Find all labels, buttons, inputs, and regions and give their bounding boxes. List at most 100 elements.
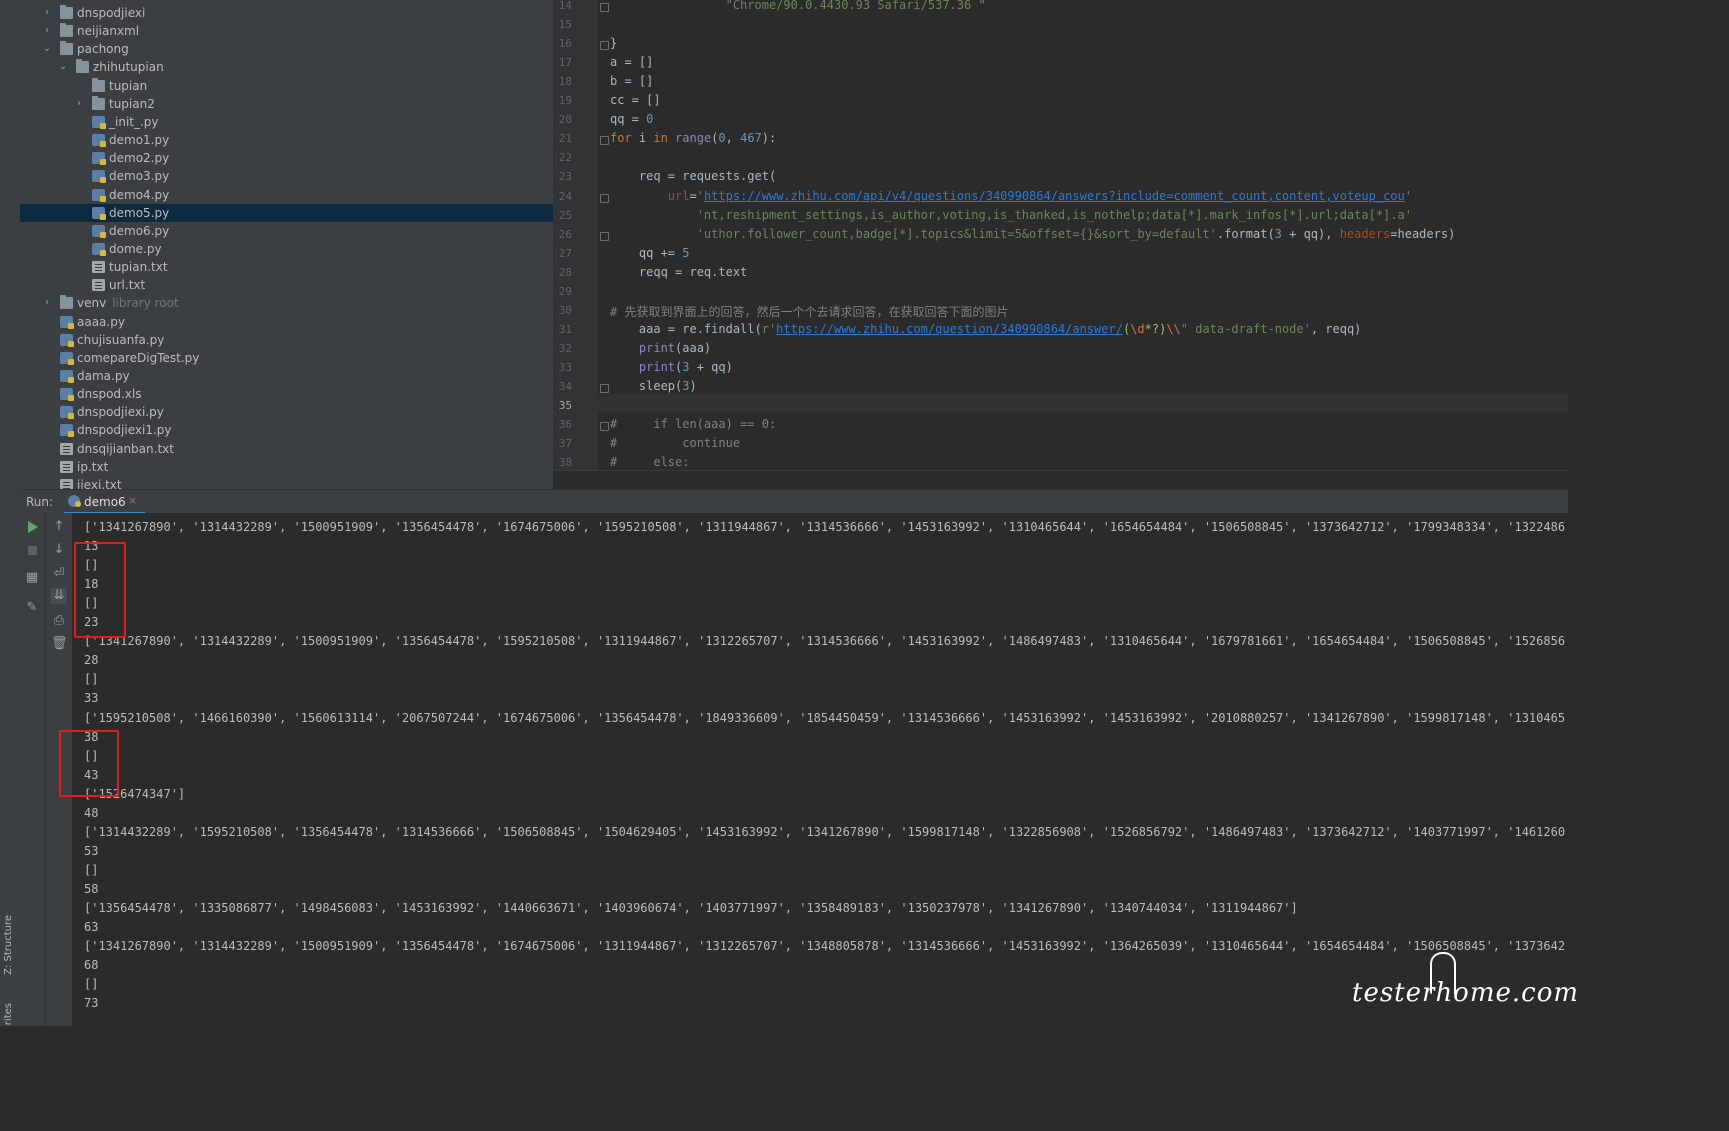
chevron-right-icon[interactable]: › <box>42 22 52 40</box>
scroll-down-icon[interactable]: ↓ <box>51 542 67 558</box>
tree-item[interactable]: › tupian2 <box>20 95 553 113</box>
code-line[interactable]: # if len(aaa) == 0: <box>610 417 776 431</box>
run-console[interactable]: ['1341267890', '1314432289', '1500951909… <box>72 513 1568 1026</box>
fold-marker-icon[interactable] <box>600 422 609 432</box>
structure-tool-label[interactable]: Z: Structure <box>3 915 14 975</box>
tree-item[interactable]: jiexi.txt <box>20 476 553 489</box>
code-line[interactable]: url='https://www.zhihu.com/api/v4/questi… <box>610 189 1412 203</box>
code-line[interactable]: "Chrome/90.0.4430.93 Safari/537.36 " <box>610 0 986 12</box>
code-line[interactable]: qq = 0 <box>610 112 653 126</box>
console-line: ['1341267890', '1314432289', '1500951909… <box>84 520 1566 534</box>
watermark: testerhome.com <box>1352 978 1580 1008</box>
tree-item[interactable]: ⌄ pachong <box>20 40 553 58</box>
tree-item[interactable]: › venv library root <box>20 294 553 312</box>
tree-item[interactable]: url.txt <box>20 276 553 294</box>
tree-item[interactable]: ip.txt <box>20 458 553 476</box>
trash-icon[interactable]: 🗑 <box>51 636 68 652</box>
line-number: 30 <box>558 303 572 317</box>
code-token: for <box>610 131 639 146</box>
tree-item-hint: library root <box>112 296 179 311</box>
code-line[interactable]: qq += 5 <box>610 246 690 260</box>
tree-item[interactable]: tupian.txt <box>20 258 553 276</box>
tree-item[interactable]: demo3.py <box>20 167 553 185</box>
code-line[interactable]: req = requests.get( <box>610 169 776 183</box>
code-line[interactable]: for i in range(0, 467): <box>610 131 776 145</box>
run-tab-demo6[interactable]: demo6 × <box>64 490 145 514</box>
code-line[interactable]: a = [] <box>610 55 653 69</box>
tree-item-label: demo5.py <box>109 205 170 220</box>
code-token: 3 <box>1274 226 1282 241</box>
soft-wrap-icon[interactable]: ⏎ <box>51 566 67 582</box>
fold-marker-icon[interactable] <box>600 231 609 241</box>
tree-item[interactable]: dnspodjiexi.py <box>20 403 553 421</box>
python-file-icon <box>60 315 74 329</box>
fold-marker-icon[interactable] <box>600 136 609 146</box>
code-editor[interactable]: 14 15 16 17 18 19 20 21 22 23 24 25 26 27 28 29 30 31 32 33… <box>553 0 1568 470</box>
code-line[interactable]: print(aaa) <box>610 341 711 355</box>
line-number: 33 <box>558 360 572 374</box>
code-token: 0 <box>646 112 654 127</box>
tree-item-label: _init_.py <box>109 114 159 129</box>
tree-item[interactable]: aaaa.py <box>20 313 553 331</box>
tree-item[interactable]: comepareDigTest.py <box>20 349 553 367</box>
tree-item[interactable]: demo6.py <box>20 222 553 240</box>
code-token: ' <box>1404 188 1412 203</box>
chevron-right-icon[interactable]: › <box>42 294 52 312</box>
fold-marker-icon[interactable] <box>600 384 609 393</box>
tree-item[interactable]: ⌄ zhihutupian <box>20 58 553 76</box>
code-line[interactable]: # else: <box>610 455 689 469</box>
scroll-to-end-icon[interactable]: ⇊ <box>51 588 67 604</box>
tree-item[interactable]: tupian <box>20 77 553 95</box>
fold-marker-icon[interactable] <box>600 41 609 51</box>
tree-item[interactable]: dome.py <box>20 240 553 258</box>
tree-item[interactable]: › neijianxml <box>20 22 553 40</box>
fold-marker-icon[interactable] <box>600 193 609 203</box>
fold-marker-icon[interactable] <box>600 3 609 12</box>
tree-item[interactable]: demo4.py <box>20 186 553 204</box>
code-line[interactable]: # 先获取到界面上的回答，然后一个个去请求回答，在获取回答下面的图片 <box>610 303 1008 320</box>
console-line: 58 <box>84 881 99 896</box>
code-line[interactable]: 'nt,reshipment_settings,is_author,voting… <box>610 208 1412 222</box>
chevron-down-icon[interactable]: ⌄ <box>42 40 52 58</box>
tree-item[interactable]: dnsqijianban.txt <box>20 440 553 458</box>
line-number: 35 <box>558 399 572 413</box>
print-icon[interactable]: ⎙ <box>51 613 67 629</box>
tree-item[interactable]: dnspod.xls <box>20 385 553 403</box>
chevron-down-icon[interactable]: ⌄ <box>58 58 68 76</box>
tree-item[interactable]: demo5.py <box>20 203 553 222</box>
code-token: 'uthor.follower_count,badge[*].topics&li… <box>696 226 1217 241</box>
layout-icon[interactable]: ▦ <box>24 570 40 586</box>
tree-item[interactable]: dama.py <box>20 367 553 385</box>
stop-icon[interactable] <box>28 546 37 555</box>
tree-item[interactable]: chujisuanfa.py <box>20 331 553 349</box>
code-token: url <box>667 188 690 203</box>
code-line[interactable]: reqq = req.text <box>610 265 747 279</box>
text-file-icon <box>60 460 73 473</box>
tree-item[interactable]: demo2.py <box>20 149 553 167</box>
python-file-icon <box>92 206 106 220</box>
code-line[interactable]: sleep(3) <box>610 379 697 393</box>
tree-item[interactable]: › dnspodjiexi <box>20 4 553 22</box>
code-line[interactable]: aaa = re.findall(r'https://www.zhihu.com… <box>610 322 1362 336</box>
console-line: ['1356454478', '1335086877', '1498456083… <box>84 901 1298 915</box>
tree-item-label: demo1.py <box>109 133 170 148</box>
rerun-icon[interactable] <box>28 521 38 533</box>
code-line[interactable]: print(3 + qq) <box>610 360 733 374</box>
code-line[interactable]: b = [] <box>610 74 653 88</box>
chevron-right-icon[interactable]: › <box>42 4 52 22</box>
tree-item[interactable]: dnspodjiexi1.py <box>20 421 553 439</box>
favorites-tool-label[interactable]: rites <box>3 1003 14 1025</box>
code-token: # else: <box>610 455 690 470</box>
close-tab-icon[interactable]: × <box>128 494 137 507</box>
console-line: ['1595210508', '1466160390', '1560613114… <box>84 710 1566 725</box>
code-line[interactable]: 'uthor.follower_count,badge[*].topics&li… <box>610 226 1456 241</box>
code-line[interactable]: # continue <box>610 436 740 450</box>
code-line[interactable]: cc = [] <box>610 93 661 107</box>
tree-item[interactable]: demo1.py <box>20 131 553 149</box>
code-line[interactable]: } <box>610 36 617 50</box>
tree-item[interactable]: _init_.py <box>20 113 553 131</box>
scroll-up-icon[interactable]: ↑ <box>51 519 67 535</box>
code-token: https://www.zhihu.com/api/v4/questions/3… <box>703 188 1405 203</box>
pin-icon[interactable]: ✎ <box>24 600 40 616</box>
chevron-right-icon[interactable]: › <box>74 95 84 113</box>
